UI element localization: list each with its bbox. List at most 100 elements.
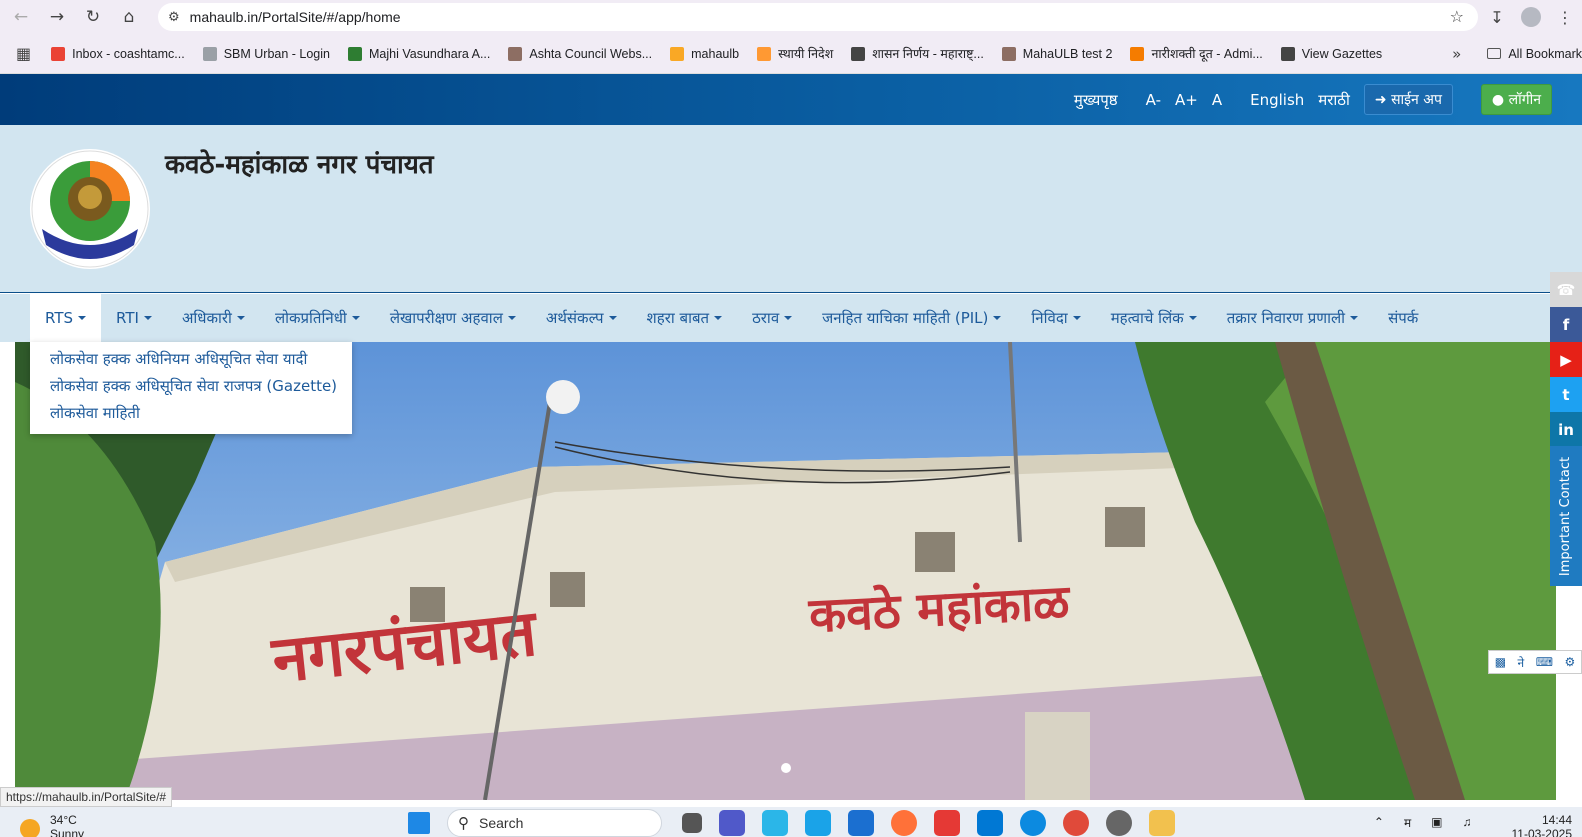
- narishakti-icon: [1130, 46, 1145, 61]
- apps-grid-icon[interactable]: ▦: [16, 44, 31, 63]
- address-url[interactable]: mahaulb.in/PortalSite/#/app/home: [190, 9, 401, 25]
- nav-item[interactable]: RTS: [30, 294, 102, 342]
- home-link[interactable]: मुख्यपृष्ठ: [1074, 90, 1118, 110]
- english-link[interactable]: English: [1250, 91, 1304, 109]
- bookmark-item[interactable]: शासन निर्णय - महाराष्ट्...: [851, 45, 984, 62]
- youtube-icon[interactable]: ▶: [1550, 342, 1582, 377]
- sbm-icon: [202, 46, 217, 61]
- nav-item[interactable]: जनहित याचिका माहिती (PIL): [807, 294, 1016, 342]
- globe-icon: [851, 46, 866, 61]
- site-info-icon[interactable]: ⚙: [168, 10, 180, 25]
- forward-icon[interactable]: →: [42, 2, 72, 32]
- weather-widget[interactable]: 34°C Sunny: [20, 807, 84, 837]
- caret-down-icon: [1072, 316, 1081, 320]
- ashta-icon: [508, 46, 523, 61]
- dropdown-item[interactable]: लोकसेवा हक्क अधिनियम अधिसूचित सेवा यादी: [50, 348, 352, 375]
- search-icon: ⚲: [458, 815, 469, 832]
- file-explorer-icon[interactable]: [1149, 810, 1175, 836]
- caret-down-icon: [784, 316, 793, 320]
- taskbar-search[interactable]: ⚲ Search: [447, 809, 662, 837]
- signin-icon: ➜: [1374, 92, 1387, 108]
- nav-item[interactable]: अधिकारी: [167, 294, 260, 342]
- browser-toolbar: ← → ↻ ⌂ ⚙ mahaulb.in/PortalSite/#/app/ho…: [0, 0, 1582, 34]
- dropdown-item[interactable]: लोकसेवा माहिती: [50, 402, 352, 429]
- social-sidebar: ☎ f ▶ t in: [1550, 272, 1582, 447]
- more-bookmarks-icon[interactable]: »: [1452, 45, 1461, 63]
- bookmark-star-icon[interactable]: ☆: [1450, 7, 1464, 26]
- facebook-icon[interactable]: f: [1550, 307, 1582, 342]
- all-bookmarks[interactable]: All Bookmarks: [1487, 47, 1582, 61]
- rts-dropdown-menu: लोकसेवा हक्क अधिनियम अधिसूचित सेवा यादी ल…: [30, 342, 352, 434]
- marathi-link[interactable]: मराठी: [1318, 90, 1350, 110]
- bookmark-item[interactable]: MahaULB test 2: [1001, 46, 1112, 61]
- nav-item[interactable]: निविदा: [1016, 294, 1095, 342]
- profile-avatar[interactable]: [1514, 2, 1548, 32]
- caret-down-icon: [236, 316, 245, 320]
- login-button[interactable]: ● लॉगीन: [1480, 84, 1552, 115]
- linkedin-icon[interactable]: in: [1550, 412, 1582, 447]
- bookmark-item[interactable]: SBM Urban - Login: [202, 46, 330, 61]
- network-icon[interactable]: ▣: [1431, 815, 1442, 829]
- twitter-icon[interactable]: t: [1550, 377, 1582, 412]
- important-contact-tab[interactable]: Important Contact: [1550, 446, 1582, 586]
- edge-icon[interactable]: [1020, 810, 1046, 836]
- chrome-icon[interactable]: [1063, 810, 1089, 836]
- firefox-icon[interactable]: [891, 810, 917, 836]
- bookmark-item[interactable]: Majhi Vasundhara A...: [348, 46, 490, 61]
- bookmark-item[interactable]: Ashta Council Webs...: [508, 46, 652, 61]
- site-header: कवठे-महांकाळ नगर पंचायत: [0, 125, 1582, 293]
- gear-icon[interactable]: ⚙: [1564, 655, 1575, 669]
- nav-item[interactable]: लेखापरीक्षण अहवाल: [375, 294, 531, 342]
- home-icon[interactable]: ⌂: [114, 2, 144, 32]
- nav-item[interactable]: ठराव: [737, 294, 807, 342]
- back-icon[interactable]: ←: [6, 2, 36, 32]
- font-increase-button[interactable]: A+: [1175, 91, 1198, 109]
- site-title: कवठे-महांकाळ नगर पंचायत: [165, 150, 434, 180]
- store-icon[interactable]: [977, 810, 1003, 836]
- help-icon[interactable]: [805, 810, 831, 836]
- hp-icon[interactable]: [848, 810, 874, 836]
- address-bar[interactable]: ⚙ mahaulb.in/PortalSite/#/app/home ☆: [158, 3, 1478, 31]
- flag-icon: [757, 46, 772, 61]
- nav-item[interactable]: RTI: [101, 294, 167, 342]
- teams-icon[interactable]: [719, 810, 745, 836]
- keyboard-icon[interactable]: ⌨: [1536, 655, 1553, 669]
- caret-down-icon: [993, 316, 1002, 320]
- chevron-up-icon[interactable]: ⌃: [1374, 815, 1384, 829]
- sun-icon: [20, 819, 40, 837]
- font-reset-button[interactable]: A: [1212, 91, 1222, 109]
- windows-start-icon[interactable]: [408, 812, 430, 834]
- bookmark-item[interactable]: नारीशक्ती दूत - Admi...: [1130, 45, 1263, 62]
- reload-icon[interactable]: ↻: [78, 2, 108, 32]
- menu-kebab-icon[interactable]: ⋮: [1548, 2, 1582, 32]
- nav-item[interactable]: महत्वाचे लिंक: [1096, 294, 1212, 342]
- system-clock[interactable]: 14:44 11-03-2025: [1492, 813, 1573, 837]
- system-tray: ⌃ म ▣ ♫ 14:44 11-03-2025: [1354, 807, 1572, 837]
- bookmark-item[interactable]: Inbox - coashtamc...: [51, 46, 185, 61]
- signup-button[interactable]: ➜ साईन अप: [1363, 84, 1453, 115]
- obs-icon[interactable]: [1106, 810, 1132, 836]
- keyboard-logo-icon: ▩: [1494, 655, 1507, 669]
- task-view-icon[interactable]: [682, 813, 702, 833]
- volume-icon[interactable]: ♫: [1463, 815, 1472, 829]
- caret-down-icon: [1350, 316, 1359, 320]
- bookmark-item[interactable]: स्थायी निदेश: [757, 45, 833, 62]
- globe-icon: [1280, 46, 1295, 61]
- copilot-icon[interactable]: [762, 810, 788, 836]
- phone-icon[interactable]: ☎: [1550, 272, 1582, 307]
- nav-item[interactable]: तक्रार निवारण प्रणाली: [1212, 294, 1373, 342]
- nav-item[interactable]: लोकप्रतिनिधी: [260, 294, 375, 342]
- download-icon[interactable]: ↧: [1480, 2, 1514, 32]
- ime-indicator[interactable]: म: [1404, 814, 1411, 831]
- nav-item[interactable]: संपर्क: [1373, 294, 1433, 342]
- nav-item[interactable]: शहरा बाबत: [632, 294, 738, 342]
- dropdown-item[interactable]: लोकसेवा हक्क अधिसूचित सेवा राजपत्र (Gaze…: [50, 375, 352, 402]
- bookmark-item[interactable]: mahaulb: [670, 46, 739, 61]
- carousel-indicator[interactable]: [781, 763, 791, 773]
- nav-item[interactable]: अर्थसंकल्प: [531, 294, 632, 342]
- folder-icon: [1487, 48, 1502, 59]
- anydesk-icon[interactable]: [934, 810, 960, 836]
- font-decrease-button[interactable]: A-: [1146, 91, 1161, 109]
- keyboard-widget[interactable]: ▩ ने ⌨ ⚙: [1488, 650, 1582, 674]
- bookmark-item[interactable]: View Gazettes: [1280, 46, 1382, 61]
